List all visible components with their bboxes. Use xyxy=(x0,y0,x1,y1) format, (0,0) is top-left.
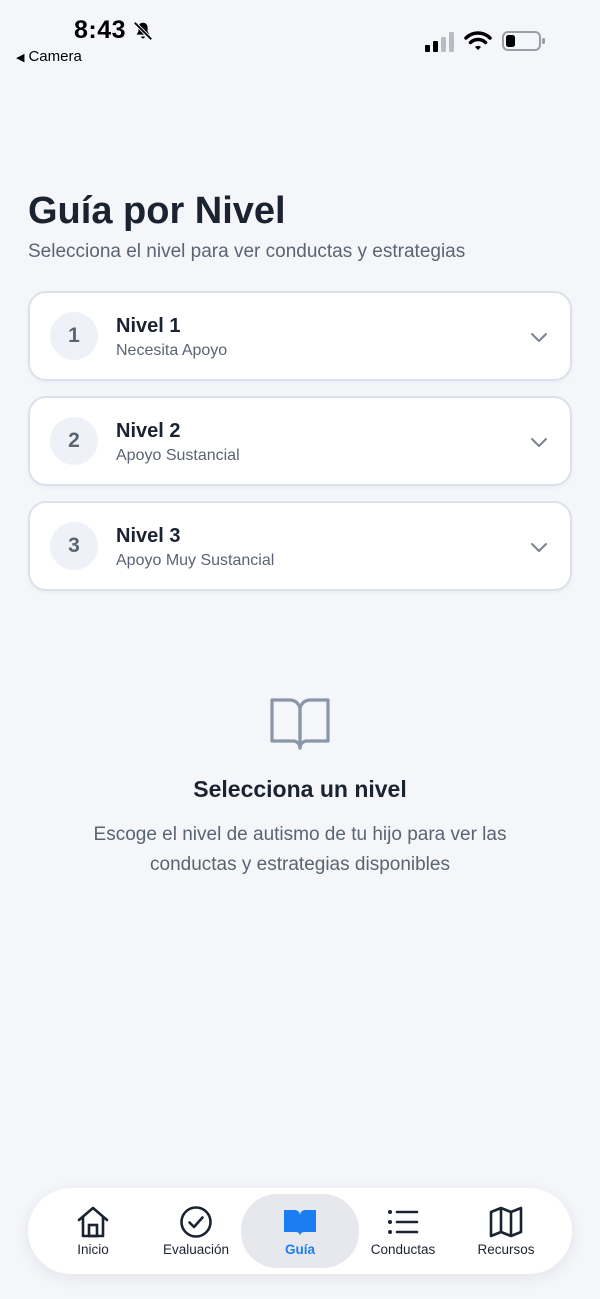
chevron-down-icon xyxy=(531,333,547,342)
level-name: Nivel 3 xyxy=(116,525,181,547)
nav-item-conductas[interactable]: Conductas xyxy=(351,1194,455,1268)
page-title: Guía por Nivel xyxy=(28,190,286,232)
bottom-nav: Inicio Evaluación Guía Conductas Recurso… xyxy=(28,1188,572,1274)
back-label: Camera xyxy=(28,48,82,65)
status-bar: 8:43 ◀ Camera xyxy=(0,0,600,80)
nav-label: Evaluación xyxy=(162,1242,230,1257)
level-number-badge: 3 xyxy=(50,522,98,570)
battery-icon xyxy=(502,31,545,51)
bell-slash-icon xyxy=(133,21,153,41)
nav-item-recursos[interactable]: Recursos xyxy=(454,1194,558,1268)
level-card-1[interactable]: 1 Nivel 1 Necesita Apoyo xyxy=(28,291,572,381)
home-icon xyxy=(77,1206,109,1238)
level-description: Apoyo Muy Sustancial xyxy=(116,552,275,569)
wifi-icon xyxy=(464,31,492,50)
level-number-badge: 2 xyxy=(50,417,98,465)
back-to-camera-link[interactable]: ◀ Camera xyxy=(16,48,82,65)
chevron-down-icon xyxy=(531,438,547,447)
book-icon xyxy=(284,1210,316,1236)
open-book-icon xyxy=(270,698,330,750)
list-icon xyxy=(388,1210,419,1234)
nav-label: Recursos xyxy=(477,1242,535,1257)
level-description: Necesita Apoyo xyxy=(116,342,228,359)
nav-item-evaluacion[interactable]: Evaluación xyxy=(144,1194,248,1268)
status-time: 8:43 xyxy=(74,16,127,44)
level-name: Nivel 1 xyxy=(116,315,181,337)
nav-label: Inicio xyxy=(77,1242,109,1257)
chevron-down-icon xyxy=(531,543,547,552)
nav-label: Guía xyxy=(284,1242,315,1257)
level-card-2[interactable]: 2 Nivel 2 Apoyo Sustancial xyxy=(28,396,572,486)
map-icon xyxy=(489,1206,523,1238)
empty-state-title: Selecciona un nivel xyxy=(193,776,407,802)
cellular-signal-icon xyxy=(425,32,454,52)
check-circle-icon xyxy=(180,1206,212,1238)
empty-state-text: Escoge el nivel de autismo de tu hijo pa… xyxy=(93,824,507,875)
level-name: Nivel 2 xyxy=(116,420,181,442)
nav-label: Conductas xyxy=(370,1242,436,1257)
nav-item-guia[interactable]: Guía xyxy=(241,1194,359,1268)
back-triangle-icon: ◀ xyxy=(16,52,25,64)
level-description: Apoyo Sustancial xyxy=(116,447,240,464)
level-number-badge: 1 xyxy=(50,312,98,360)
page-subtitle: Selecciona el nivel para ver conductas y… xyxy=(28,241,466,262)
nav-item-inicio[interactable]: Inicio xyxy=(41,1194,145,1268)
level-card-3[interactable]: 3 Nivel 3 Apoyo Muy Sustancial xyxy=(28,501,572,591)
